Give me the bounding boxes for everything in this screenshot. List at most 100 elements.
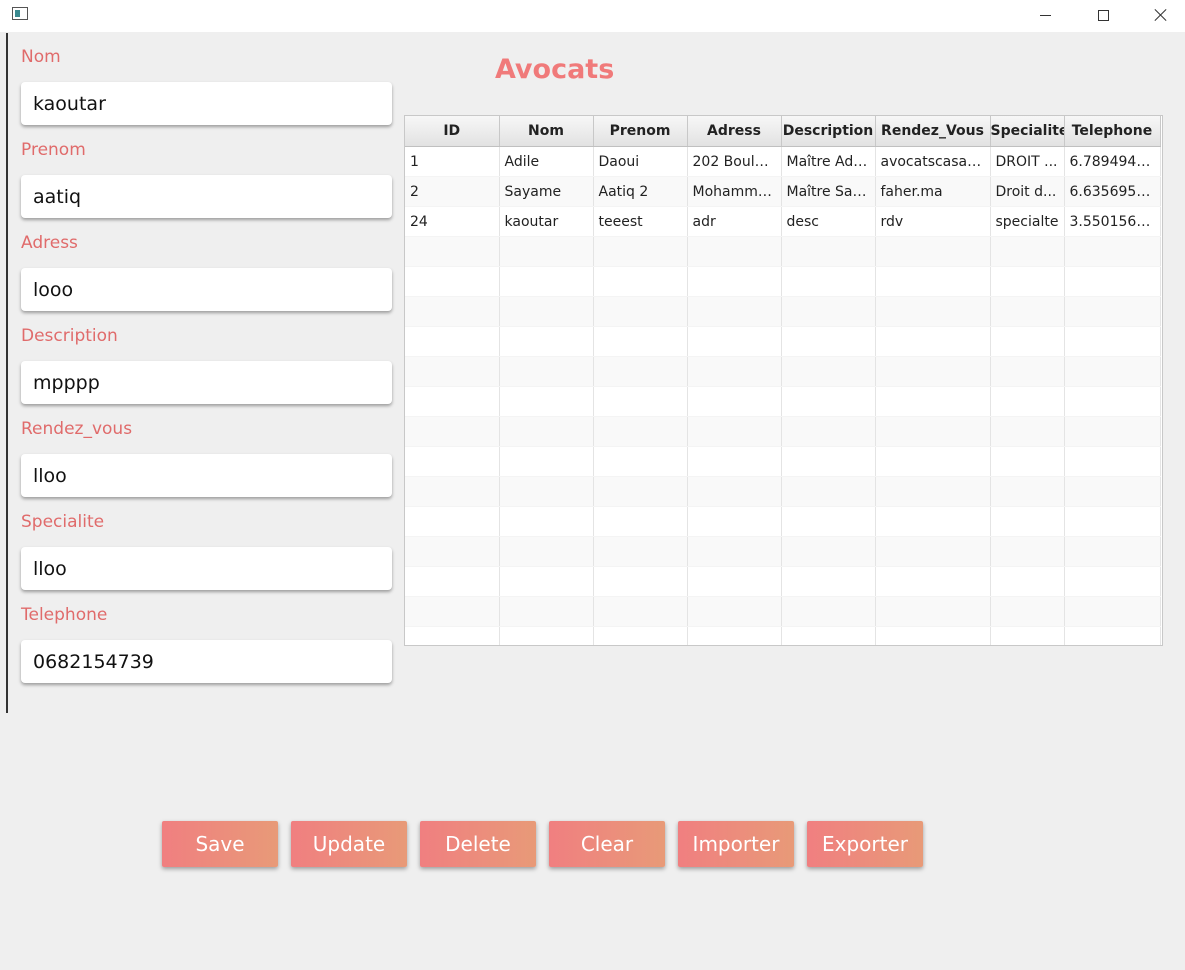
empty-table-cell <box>1064 476 1161 507</box>
column-header-rendez-vous[interactable]: Rendez_Vous <box>875 116 991 147</box>
delete-button[interactable]: Delete <box>420 821 536 867</box>
empty-table-cell <box>499 596 594 627</box>
empty-table-cell <box>875 236 991 267</box>
empty-table-cell <box>990 626 1065 645</box>
empty-table-cell <box>687 446 782 477</box>
adress-input[interactable] <box>21 268 392 311</box>
empty-table-cell <box>781 476 876 507</box>
table-cell: 6.6356954... <box>1064 176 1161 207</box>
column-header-description[interactable]: Description <box>781 116 876 147</box>
empty-table-row <box>405 476 1161 507</box>
empty-table-cell <box>687 296 782 327</box>
empty-table-cell <box>687 506 782 537</box>
empty-table-row <box>405 296 1161 327</box>
empty-table-cell <box>593 536 688 567</box>
clear-button[interactable]: Clear <box>549 821 665 867</box>
table-cell: Daoui <box>593 146 688 177</box>
empty-table-cell <box>990 386 1065 417</box>
empty-table-cell <box>499 326 594 357</box>
empty-table-row <box>405 326 1161 357</box>
empty-table-row <box>405 506 1161 537</box>
empty-table-cell <box>687 416 782 447</box>
table-cell: teeest <box>593 206 688 237</box>
empty-table-cell <box>781 296 876 327</box>
table-cell: kaoutar <box>499 206 594 237</box>
empty-table-cell <box>990 296 1065 327</box>
table-cell: Aatiq 2 <box>593 176 688 207</box>
empty-table-cell <box>781 236 876 267</box>
empty-table-cell <box>990 236 1065 267</box>
empty-table-cell <box>405 596 500 627</box>
empty-table-cell <box>1064 536 1161 567</box>
empty-table-cell <box>1064 596 1161 627</box>
minimize-icon <box>1039 14 1051 16</box>
telephone-input[interactable] <box>21 640 392 683</box>
empty-table-cell <box>405 356 500 387</box>
column-header-nom[interactable]: Nom <box>499 116 594 147</box>
save-button[interactable]: Save <box>162 821 278 867</box>
empty-table-cell <box>687 266 782 297</box>
empty-table-cell <box>405 476 500 507</box>
avocats-table[interactable]: ID Nom Prenom Adress Description Rendez_… <box>404 115 1163 646</box>
rendez-vous-label: Rendez_vous <box>21 419 133 439</box>
empty-table-cell <box>1064 446 1161 477</box>
table-cell: Maître Adil... <box>781 146 876 177</box>
left-border <box>6 33 8 713</box>
table-cell: adr <box>687 206 782 237</box>
maximize-icon <box>1097 9 1109 21</box>
update-button[interactable]: Update <box>291 821 407 867</box>
empty-table-cell <box>990 536 1065 567</box>
empty-table-cell <box>875 416 991 447</box>
close-button[interactable] <box>1132 0 1185 30</box>
exporter-button[interactable]: Exporter <box>807 821 923 867</box>
importer-button[interactable]: Importer <box>678 821 794 867</box>
column-header-specialite[interactable]: Specialite <box>990 116 1065 147</box>
maximize-button[interactable] <box>1074 0 1132 30</box>
empty-table-cell <box>499 356 594 387</box>
specialite-input[interactable] <box>21 547 392 590</box>
empty-table-cell <box>687 626 782 645</box>
empty-table-row <box>405 416 1161 447</box>
column-header-prenom[interactable]: Prenom <box>593 116 688 147</box>
description-label: Description <box>21 326 118 346</box>
table-cell: Droit d... <box>990 176 1065 207</box>
empty-table-cell <box>499 506 594 537</box>
rendez-vous-input[interactable] <box>21 454 392 497</box>
empty-table-cell <box>405 266 500 297</box>
column-header-id[interactable]: ID <box>405 116 500 147</box>
empty-table-cell <box>687 476 782 507</box>
empty-table-cell <box>781 416 876 447</box>
description-input[interactable] <box>21 361 392 404</box>
prenom-input[interactable] <box>21 175 392 218</box>
table-row[interactable]: 1 Adile Daoui 202 Boulev... Maître Adil.… <box>405 146 1161 177</box>
empty-table-cell <box>405 236 500 267</box>
specialite-label: Specialite <box>21 512 105 532</box>
empty-table-cell <box>1064 356 1161 387</box>
empty-table-cell <box>875 566 991 597</box>
empty-table-cell <box>687 356 782 387</box>
minimize-button[interactable] <box>1016 0 1074 30</box>
table-cell: 24 <box>405 206 500 237</box>
empty-table-cell <box>405 506 500 537</box>
table-cell: desc <box>781 206 876 237</box>
empty-table-cell <box>499 386 594 417</box>
empty-table-cell <box>593 446 688 477</box>
nom-input[interactable] <box>21 82 392 125</box>
prenom-label: Prenom <box>21 140 86 160</box>
empty-table-cell <box>990 446 1065 477</box>
empty-table-cell <box>781 326 876 357</box>
empty-table-cell <box>405 446 500 477</box>
empty-table-cell <box>990 326 1065 357</box>
empty-table-row <box>405 236 1161 267</box>
table-row[interactable]: 24 kaoutar teeest adr desc rdv specialte… <box>405 206 1161 237</box>
column-header-adress[interactable]: Adress <box>687 116 782 147</box>
column-header-telephone[interactable]: Telephone <box>1064 116 1161 147</box>
empty-table-cell <box>499 626 594 645</box>
empty-table-cell <box>781 626 876 645</box>
empty-table-cell <box>593 386 688 417</box>
empty-table-row <box>405 596 1161 627</box>
empty-table-cell <box>499 566 594 597</box>
empty-table-cell <box>1064 386 1161 417</box>
empty-table-cell <box>1064 416 1161 447</box>
table-row[interactable]: 2 Sayame Aatiq 2 Mohamme... Maître Say..… <box>405 176 1161 207</box>
